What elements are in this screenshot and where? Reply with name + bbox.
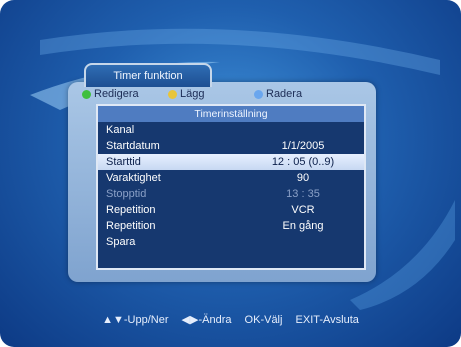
row-label: Spara — [106, 236, 136, 248]
row-repetition-2[interactable]: Repetition En gång — [98, 218, 364, 234]
dialog-title: Timerinställning — [98, 106, 364, 122]
row-value: 90 — [296, 172, 310, 184]
row-stopptid: Stopptid 13 : 35 — [98, 186, 364, 202]
row-spara[interactable]: Spara — [98, 234, 364, 250]
up-down-hint: ▲▼-Upp/Ner — [102, 314, 169, 326]
row-label: Starttid — [106, 156, 141, 168]
row-label: Stopptid — [106, 188, 147, 200]
row-label: Repetition — [106, 204, 156, 216]
blue-button-icon — [254, 89, 263, 99]
redigera-label: Redigera — [94, 88, 139, 100]
color-key-toolbar: Redigera Lägg Radera — [80, 86, 376, 102]
row-varaktighet[interactable]: Varaktighet 90 — [98, 170, 364, 186]
radera-button[interactable]: Radera — [254, 88, 302, 100]
lagg-button[interactable]: Lägg — [168, 88, 204, 100]
row-startdatum[interactable]: Startdatum 1/1/2005 — [98, 138, 364, 154]
yellow-button-icon — [168, 89, 177, 99]
exit-hint: EXIT-Avsluta — [295, 314, 359, 326]
lagg-label: Lägg — [180, 88, 205, 100]
ok-hint: OK-Välj — [244, 314, 283, 326]
key-help-bar: ▲▼-Upp/Ner ◀▶-Ändra OK-Välj EXIT-Avsluta — [0, 313, 461, 326]
row-label: Repetition — [106, 220, 156, 232]
row-label: Startdatum — [106, 140, 160, 152]
row-repetition[interactable]: Repetition VCR — [98, 202, 364, 218]
row-label: Kanal — [106, 124, 135, 136]
redigera-button[interactable]: Redigera — [82, 88, 139, 100]
row-value: 13 : 35 — [286, 188, 320, 200]
row-value: VCR — [291, 204, 315, 216]
tab-timer-funktion[interactable]: Timer funktion — [84, 63, 212, 87]
row-kanal[interactable]: Kanal — [98, 122, 364, 138]
row-starttid-selected[interactable]: Starttid 12 : 05 (0..9) — [98, 154, 364, 170]
row-value: En gång — [282, 220, 324, 232]
tab-title: Timer funktion — [113, 70, 183, 82]
change-hint: ◀▶-Ändra — [181, 314, 232, 326]
green-button-icon — [82, 89, 91, 99]
row-value: 12 : 05 (0..9) — [271, 156, 335, 168]
timer-settings-dialog: Timerinställning Kanal Startdatum 1/1/20… — [96, 104, 366, 270]
row-value: 1/1/2005 — [281, 140, 325, 152]
radera-label: Radera — [266, 88, 303, 100]
tv-screen: Timer funktion Redigera Lägg Radera Time… — [0, 0, 461, 347]
row-label: Varaktighet — [106, 172, 161, 184]
